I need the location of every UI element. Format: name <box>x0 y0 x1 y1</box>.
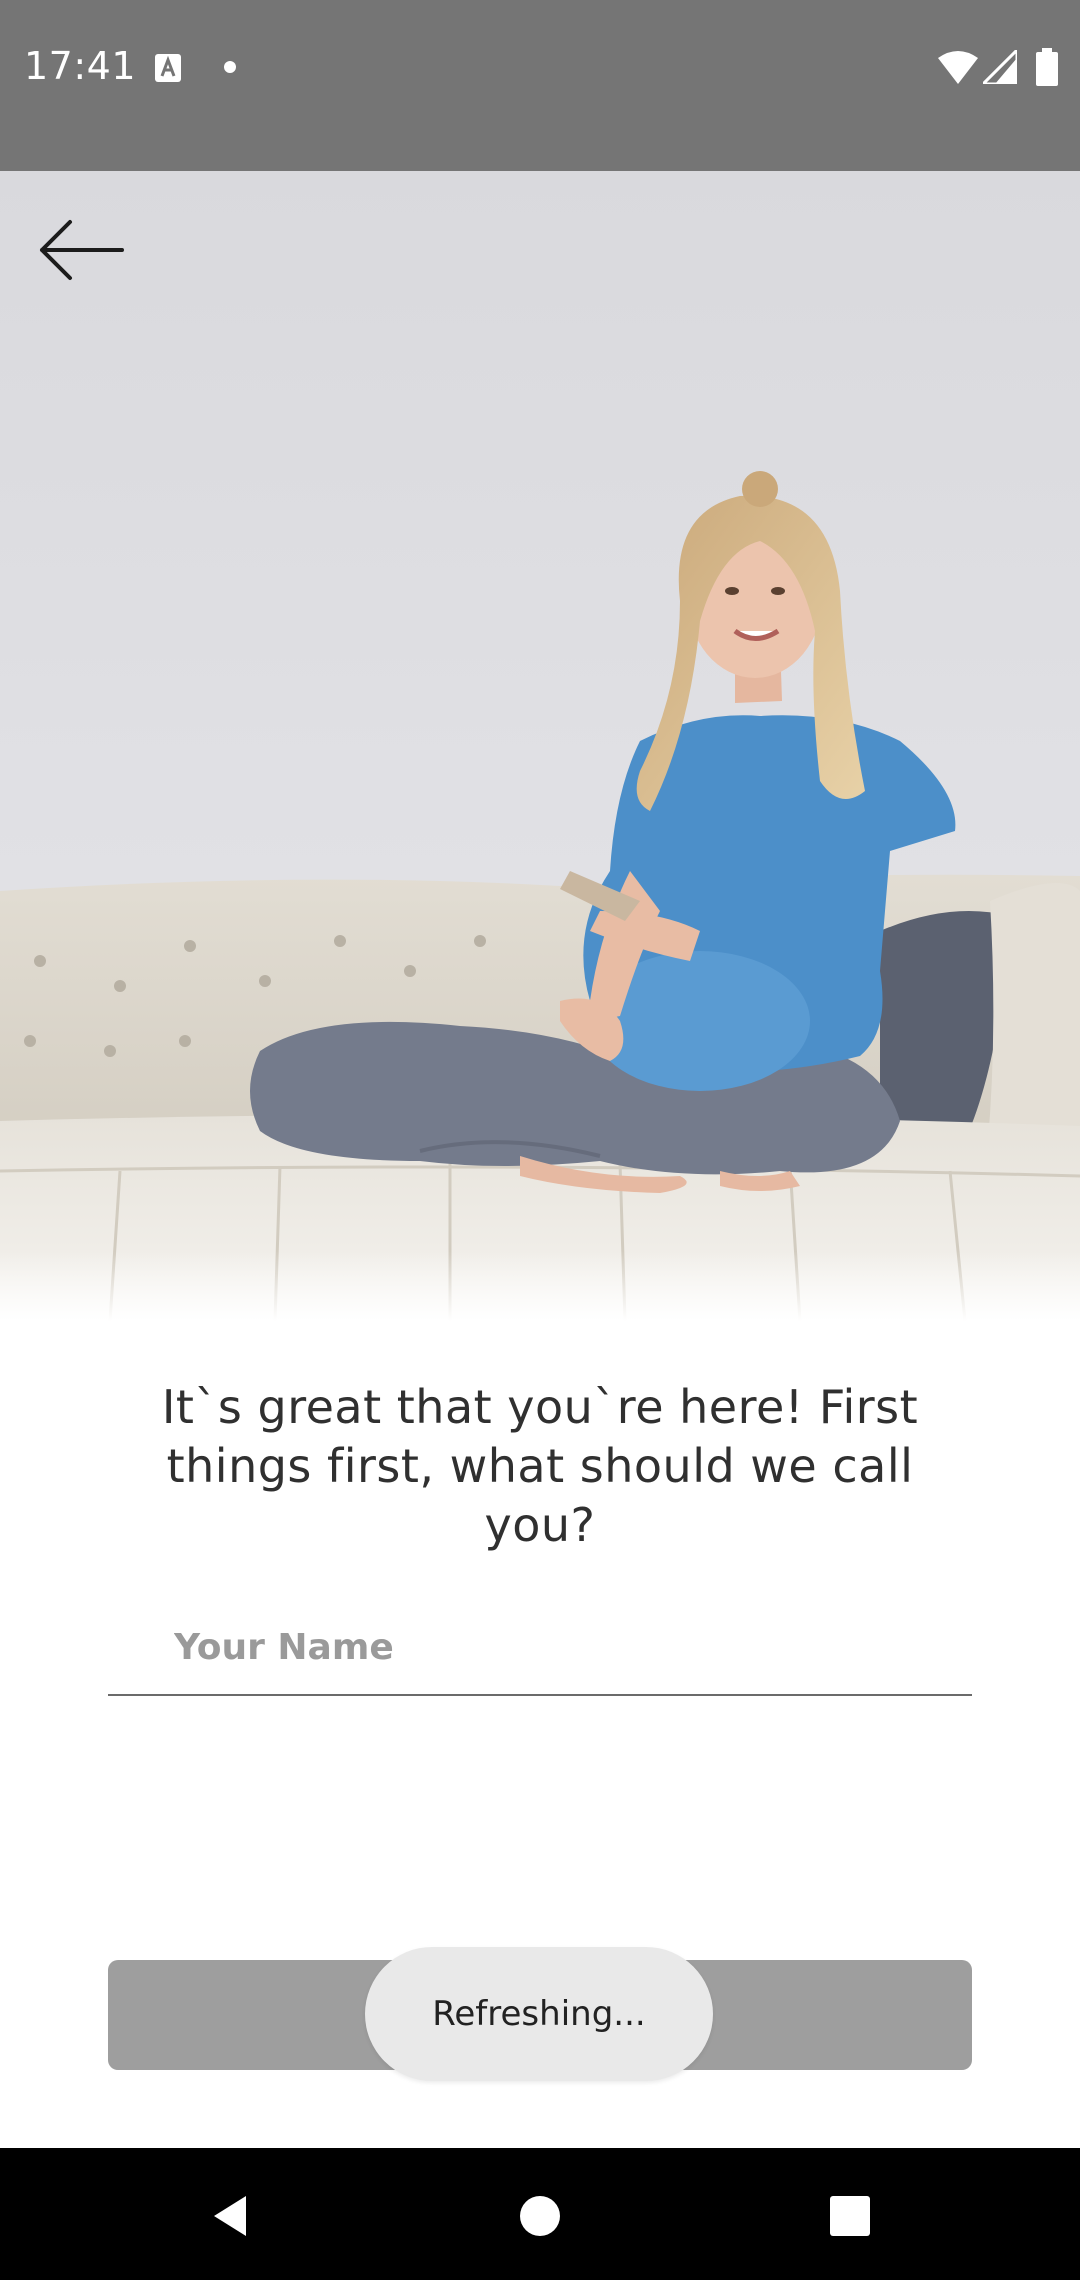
arrow-left-icon <box>40 220 124 280</box>
text-a-icon <box>155 54 181 82</box>
status-bar: 17:41 <box>0 0 1080 171</box>
name-field-container <box>108 1600 972 1696</box>
hero-image <box>0 171 1080 1321</box>
back-button[interactable] <box>30 210 130 290</box>
status-time: 17:41 <box>24 44 137 88</box>
toast-text: Refreshing... <box>432 1994 646 2034</box>
pregnant-woman-on-sofa-illustration <box>0 171 1080 1321</box>
circle-home-icon[interactable] <box>500 2180 580 2252</box>
triangle-back-icon[interactable] <box>198 2180 262 2252</box>
name-input[interactable] <box>108 1600 972 1694</box>
square-recents-icon[interactable] <box>812 2180 888 2252</box>
wifi-icon <box>938 51 978 84</box>
battery-icon <box>1036 48 1058 86</box>
cell-signal-icon <box>983 50 1017 84</box>
notification-dot-icon <box>224 61 236 73</box>
refreshing-toast: Refreshing... <box>365 1947 713 2081</box>
onboarding-question: It`s great that you`re here! First thing… <box>161 1380 919 1552</box>
